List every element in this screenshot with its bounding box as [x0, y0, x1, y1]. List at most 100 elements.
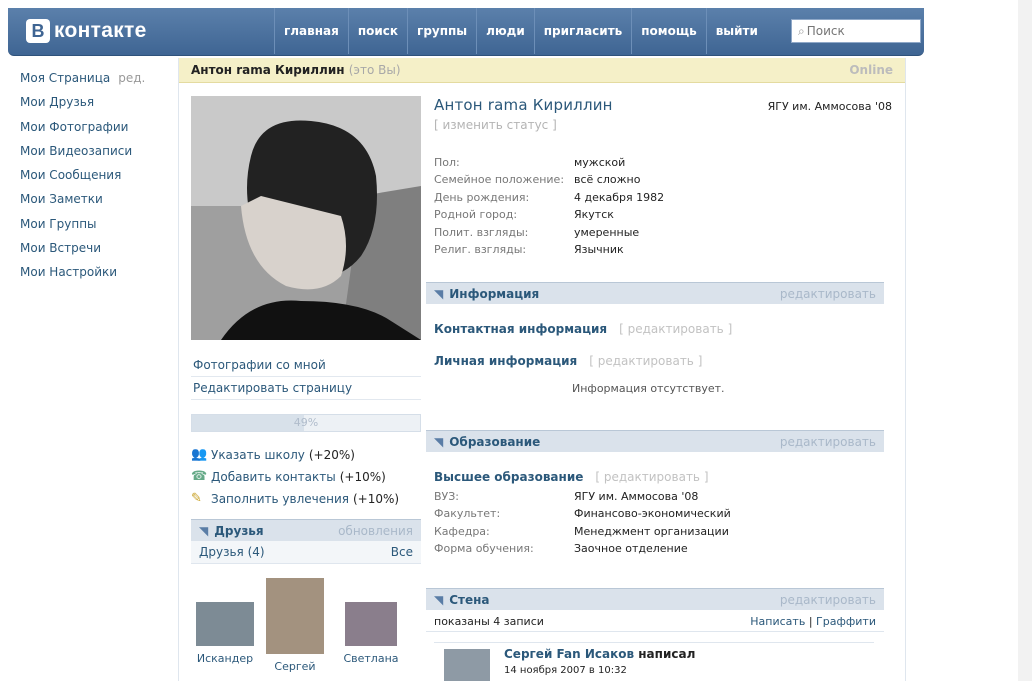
info-label: День рождения:	[434, 190, 530, 204]
suggestion-contacts-pct: (+10%)	[339, 469, 386, 484]
search-box[interactable]: ⌕	[791, 19, 921, 43]
contact-info-edit[interactable]: [ редактировать ]	[619, 322, 732, 336]
info-value[interactable]: Заочное отделение	[574, 540, 688, 557]
friend-item[interactable]: Светлана	[339, 602, 403, 665]
logo[interactable]: B контакте	[26, 19, 147, 43]
collapse-arrow-icon[interactable]: ◥	[434, 435, 443, 449]
online-status: Online	[849, 63, 893, 77]
personal-info-title: Личная информация	[434, 354, 578, 368]
info-value[interactable]: всё сложно	[574, 171, 640, 188]
info-row: ВУЗ: ЯГУ им. Аммосова '08	[434, 488, 731, 505]
main-nav: главная поиск группы люди пригласить пом…	[274, 8, 767, 54]
friends-all-link[interactable]: Все	[391, 545, 413, 559]
school-icon: 👥	[191, 447, 208, 462]
nav-invite[interactable]: пригласить	[533, 8, 632, 54]
info-section-header: ◥ Информация редактировать	[426, 282, 884, 304]
wall-section-title: ◥ Стена	[434, 593, 490, 607]
suggestion-school-label[interactable]: Указать школу	[211, 448, 305, 462]
menu-my-photos[interactable]: Мои Фотографии	[20, 117, 170, 141]
friend-name[interactable]: Сергей	[274, 660, 315, 673]
suggestion-contacts-label[interactable]: Добавить контакты	[211, 470, 336, 484]
info-value[interactable]: Якутск	[574, 206, 614, 223]
info-value[interactable]: умеренные	[574, 224, 639, 241]
collapse-arrow-icon[interactable]: ◥	[434, 593, 443, 607]
friend-name[interactable]: Светлана	[343, 652, 398, 665]
profile-completion-bar: 49%	[191, 414, 421, 432]
post-author-name[interactable]: Сергей Fan Исаков	[504, 647, 634, 661]
menu-my-settings[interactable]: Мои Настройки	[20, 262, 170, 286]
nav-help[interactable]: помощь	[631, 8, 705, 54]
edu-section-header: ◥ Образование редактировать	[426, 430, 884, 452]
edu-title: Образование	[449, 434, 541, 449]
info-row: День рождения: 4 декабря 1982	[434, 189, 892, 206]
suggestion-school[interactable]: 👥 Указать школу (+20%)	[191, 446, 421, 463]
info-section-title: ◥ Информация	[434, 287, 539, 301]
search-input[interactable]	[806, 24, 907, 38]
info-value[interactable]: ЯГУ им. Аммосова '08	[574, 488, 698, 505]
nav-search[interactable]: поиск	[347, 8, 407, 54]
friend-avatar[interactable]	[345, 602, 397, 646]
edu-section-title: ◥ Образование	[434, 435, 540, 449]
contact-info-title: Контактная информация	[434, 322, 608, 336]
friend-item[interactable]: Сергей	[265, 578, 325, 673]
menu-my-page[interactable]: Моя Страница ред.	[20, 68, 170, 92]
suggestion-interests-label[interactable]: Заполнить увлечения	[211, 492, 349, 506]
profile-photo-image	[191, 96, 421, 340]
info-label: Пол:	[434, 156, 460, 169]
info-value[interactable]: Финансово-экономический	[574, 505, 731, 522]
photos-with-me-link[interactable]: Фотографии со мной	[191, 354, 421, 377]
friend-item[interactable]: Искандер	[195, 602, 255, 665]
wall-graffiti-link[interactable]: Граффити	[816, 615, 876, 628]
menu-edit-link[interactable]: ред.	[118, 71, 145, 85]
info-edit-link[interactable]: редактировать	[780, 287, 876, 301]
higher-edu-edit[interactable]: [ редактировать ]	[595, 470, 708, 484]
nav-home[interactable]: главная	[274, 8, 348, 54]
menu-my-page-label[interactable]: Моя Страница	[20, 71, 110, 85]
nav-groups[interactable]: группы	[407, 8, 476, 54]
wall-post: Сергей Fan Исаков написал 14 ноября 2007…	[434, 642, 874, 681]
info-row: Форма обучения: Заочное отделение	[434, 540, 731, 557]
edu-edit-link[interactable]: редактировать	[780, 435, 876, 449]
menu-my-events[interactable]: Мои Встречи	[20, 238, 170, 262]
wall-actions: Написать | Граффити	[750, 615, 876, 628]
logo-mark: B	[26, 19, 50, 43]
friends-updates-link[interactable]: обновления	[338, 524, 413, 538]
friends-count[interactable]: Друзья (4)	[199, 545, 265, 559]
menu-my-notes[interactable]: Мои Заметки	[20, 189, 170, 213]
nav-people[interactable]: люди	[476, 8, 534, 54]
profile-photo[interactable]	[191, 96, 421, 340]
collapse-arrow-icon[interactable]: ◥	[199, 524, 208, 538]
nav-logout[interactable]: выйти	[705, 8, 767, 54]
info-row: Религ. взгляды: Язычник	[434, 241, 892, 258]
info-value[interactable]: Язычник	[574, 241, 624, 258]
profile-university[interactable]: ЯГУ им. Аммосова '08	[768, 100, 892, 113]
friend-avatar[interactable]	[196, 602, 254, 646]
menu-my-messages[interactable]: Мои Сообщения	[20, 165, 170, 189]
suggestion-contacts[interactable]: ☎ Добавить контакты (+10%)	[191, 468, 421, 485]
menu-my-groups[interactable]: Мои Группы	[20, 214, 170, 238]
left-menu: Моя Страница ред. Мои Друзья Мои Фотограф…	[20, 68, 170, 287]
higher-edu-title: Высшее образование	[434, 470, 584, 484]
suggestion-interests[interactable]: ✎ Заполнить увлечения (+10%)	[191, 490, 421, 507]
friend-name[interactable]: Искандер	[197, 652, 253, 665]
edit-page-link[interactable]: Редактировать страницу	[191, 377, 421, 400]
menu-my-videos[interactable]: Мои Видеозаписи	[20, 141, 170, 165]
menu-my-friends[interactable]: Мои Друзья	[20, 92, 170, 116]
info-label: Факультет:	[434, 507, 501, 521]
collapse-arrow-icon[interactable]: ◥	[434, 287, 443, 301]
friend-avatar[interactable]	[266, 578, 324, 654]
name-bar-name: Антон rama Кириллин	[191, 63, 345, 77]
change-status-link[interactable]: [ изменить статус ]	[434, 118, 892, 132]
info-value[interactable]: Менеджмент организации	[574, 523, 729, 540]
info-label: ВУЗ:	[434, 490, 460, 503]
info-value[interactable]: 4 декабря 1982	[574, 189, 664, 206]
wall-shown-count: показаны 4 записи	[434, 615, 544, 628]
wall-write-link[interactable]: Написать	[750, 615, 805, 628]
info-row: Полит. взгляды: умеренные	[434, 224, 892, 241]
info-title: Информация	[449, 286, 540, 301]
post-author-avatar[interactable]	[444, 649, 490, 681]
personal-info-edit[interactable]: [ редактировать ]	[589, 354, 702, 368]
info-value[interactable]: мужской	[574, 154, 625, 171]
wall-edit-link[interactable]: редактировать	[780, 593, 876, 607]
profile-right-column: Антон rama Кириллин ЯГУ им. Аммосова '08…	[426, 96, 892, 681]
